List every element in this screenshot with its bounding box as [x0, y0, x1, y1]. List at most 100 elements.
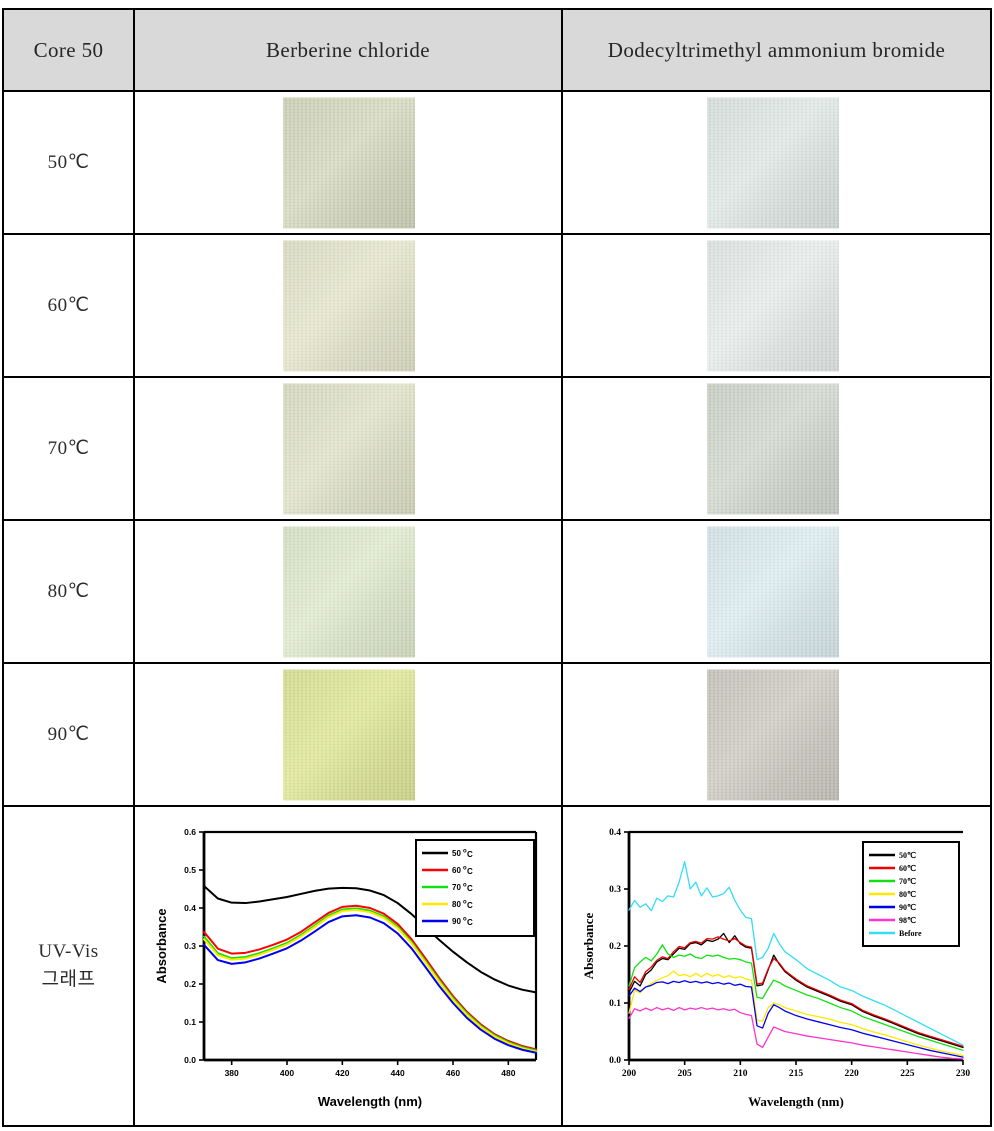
table-header-row: Core 50 Berberine chloride Dodecyltrimet… — [2, 8, 992, 92]
fabric-sample-image — [707, 669, 839, 800]
uvvis-label-line2: 그래프 — [41, 969, 96, 990]
row-label-cell-70: 70℃ — [2, 376, 135, 521]
svg-text:C: C — [467, 918, 473, 927]
row-label-cell-50: 50℃ — [2, 90, 135, 235]
fabric-sample-image — [707, 383, 839, 514]
table-row: 50℃ — [2, 90, 992, 235]
swatch-wrap — [283, 669, 415, 800]
fabric-sample-image — [283, 383, 415, 514]
dtab-sample-cell-50 — [561, 90, 992, 235]
svg-text:230: 230 — [955, 1069, 970, 1079]
swatch-wrap — [283, 97, 415, 228]
svg-text:380: 380 — [225, 1068, 239, 1078]
svg-text:205: 205 — [677, 1069, 692, 1079]
svg-text:400: 400 — [280, 1068, 294, 1078]
berberine-chart-cell: 0.0 0.1 0.2 0.3 0.4 0.5 0.6 380 400 420 440 460 480 W… — [133, 805, 563, 1127]
table-row: 70℃ — [2, 376, 992, 521]
row-label-cell-90: 90℃ — [2, 662, 135, 807]
row-label-cell-uvvis: UV-Vis 그래프 — [2, 805, 135, 1127]
header-core-label: Core 50 — [2, 8, 135, 92]
swatch-wrap — [707, 383, 839, 514]
svg-text:98℃: 98℃ — [899, 916, 916, 925]
table-row: 80℃ — [2, 519, 992, 664]
svg-text:420: 420 — [335, 1068, 349, 1078]
dtab-uvvis-chart: 0.0 0.1 0.2 0.3 0.4 200 205 210 215 220 225 230 Wave… — [581, 828, 970, 1109]
swatch-wrap — [283, 526, 415, 657]
svg-text:60℃: 60℃ — [899, 864, 916, 873]
swatch-wrap — [707, 97, 839, 228]
svg-text:0.0: 0.0 — [609, 1056, 621, 1066]
svg-text:0.4: 0.4 — [609, 828, 621, 838]
dtab-chart-cell: 0.0 0.1 0.2 0.3 0.4 200 205 210 215 220 225 230 Wave… — [561, 805, 992, 1127]
header-dtab: Dodecyltrimethyl ammonium bromide — [561, 8, 992, 92]
swatch-wrap — [283, 383, 415, 514]
berberine-sample-cell-80 — [133, 519, 563, 664]
svg-text:215: 215 — [788, 1069, 803, 1079]
svg-text:60: 60 — [452, 866, 461, 875]
chart-holder: 0.0 0.1 0.2 0.3 0.4 0.5 0.6 380 400 420 440 460 480 W… — [135, 807, 561, 1125]
svg-text:225: 225 — [900, 1069, 915, 1079]
svg-text:460: 460 — [446, 1068, 460, 1078]
sample-comparison-table: Core 50 Berberine chloride Dodecyltrimet… — [2, 8, 992, 1127]
fabric-sample-image — [283, 669, 415, 800]
svg-text:0.1: 0.1 — [609, 999, 621, 1009]
berberine-sample-cell-90 — [133, 662, 563, 807]
svg-text:50℃: 50℃ — [899, 851, 916, 860]
temperature-label: 60℃ — [47, 295, 90, 316]
fabric-sample-image — [707, 97, 839, 228]
svg-text:0.5: 0.5 — [184, 865, 196, 875]
swatch-wrap — [283, 240, 415, 371]
svg-text:C: C — [467, 901, 473, 910]
svg-text:80: 80 — [452, 900, 461, 909]
uvvis-label: UV-Vis 그래프 — [4, 938, 133, 993]
berberine-sample-cell-60 — [133, 233, 563, 378]
svg-text:210: 210 — [733, 1069, 748, 1079]
svg-text:0.3: 0.3 — [609, 885, 621, 895]
svg-text:70: 70 — [452, 883, 461, 892]
svg-text:0.2: 0.2 — [609, 942, 621, 952]
swatch-wrap — [707, 240, 839, 371]
svg-text:Wavelength (nm): Wavelength (nm) — [748, 1094, 844, 1109]
uvvis-chart-row: UV-Vis 그래프 0.0 0.1 0.2 0.3 0.4 0.5 0.6 380 400 42… — [2, 805, 992, 1127]
fabric-sample-image — [283, 526, 415, 657]
fabric-sample-image — [283, 97, 415, 228]
svg-text:0.1: 0.1 — [184, 1017, 196, 1027]
svg-text:200: 200 — [621, 1069, 636, 1079]
svg-text:Before: Before — [899, 929, 922, 938]
dtab-sample-cell-80 — [561, 519, 992, 664]
svg-text:Wavelength (nm): Wavelength (nm) — [318, 1094, 422, 1109]
dtab-sample-cell-70 — [561, 376, 992, 521]
dtab-sample-cell-60 — [561, 233, 992, 378]
svg-text:0.6: 0.6 — [184, 827, 196, 837]
svg-text:480: 480 — [501, 1068, 515, 1078]
row-label-cell-60: 60℃ — [2, 233, 135, 378]
berberine-uvvis-chart: 0.0 0.1 0.2 0.3 0.4 0.5 0.6 380 400 420 440 460 480 W… — [154, 827, 538, 1109]
svg-text:440: 440 — [391, 1068, 405, 1078]
svg-text:C: C — [467, 884, 473, 893]
svg-text:C: C — [467, 850, 473, 859]
figure-page: Core 50 Berberine chloride Dodecyltrimet… — [0, 0, 994, 1131]
fabric-sample-image — [707, 240, 839, 371]
fabric-sample-image — [283, 240, 415, 371]
svg-text:0.2: 0.2 — [184, 979, 196, 989]
table-row: 90℃ — [2, 662, 992, 807]
fabric-sample-image — [707, 526, 839, 657]
chart-holder: 0.0 0.1 0.2 0.3 0.4 200 205 210 215 220 225 230 Wave… — [563, 807, 990, 1125]
berberine-sample-cell-70 — [133, 376, 563, 521]
svg-text:Absorbance: Absorbance — [154, 908, 169, 983]
temperature-label: 90℃ — [47, 724, 90, 745]
swatch-wrap — [707, 526, 839, 657]
svg-text:90℃: 90℃ — [899, 903, 916, 912]
svg-text:50: 50 — [452, 849, 461, 858]
temperature-label: 70℃ — [47, 438, 90, 459]
svg-text:0.3: 0.3 — [184, 941, 196, 951]
berberine-sample-cell-50 — [133, 90, 563, 235]
header-berberine-chloride: Berberine chloride — [133, 8, 563, 92]
row-label-cell-80: 80℃ — [2, 519, 135, 664]
svg-text:220: 220 — [844, 1069, 859, 1079]
table-row: 60℃ — [2, 233, 992, 378]
svg-text:70℃: 70℃ — [899, 877, 916, 886]
temperature-label: 50℃ — [47, 152, 90, 173]
dtab-sample-cell-90 — [561, 662, 992, 807]
temperature-label: 80℃ — [47, 581, 90, 602]
